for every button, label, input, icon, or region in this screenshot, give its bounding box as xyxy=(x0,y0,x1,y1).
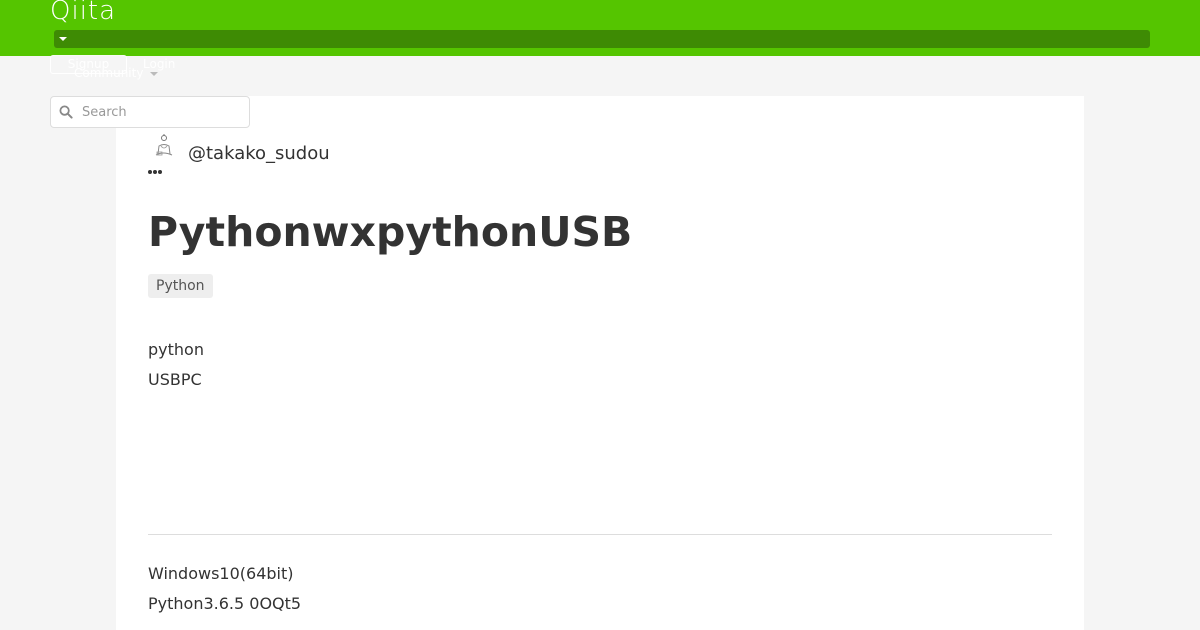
article-title: PythonwxpythonUSB xyxy=(148,208,633,256)
search-box[interactable] xyxy=(50,96,250,128)
avatar[interactable] xyxy=(148,132,178,162)
body-text-line: Python3.6.5 0OQt5 xyxy=(148,594,302,613)
search-input[interactable] xyxy=(82,104,242,120)
community-caret-icon xyxy=(150,72,158,76)
tag-python[interactable]: Python xyxy=(148,274,213,298)
article-card xyxy=(116,96,1084,630)
author-username[interactable]: @takako_sudou xyxy=(188,143,330,164)
more-options-icon[interactable] xyxy=(148,170,162,174)
caret-down-icon xyxy=(59,37,67,41)
top-header: Qiita xyxy=(0,0,1200,56)
login-link[interactable]: Login xyxy=(143,57,175,71)
body-text-line: USBPC xyxy=(148,370,202,389)
body-text-line: Windows10(64bit) xyxy=(148,564,294,583)
body-text-line: python xyxy=(148,340,204,359)
qiita-logo[interactable]: Qiita xyxy=(50,0,116,26)
community-menu[interactable]: Community xyxy=(74,66,143,80)
section-divider xyxy=(148,534,1052,535)
search-icon xyxy=(59,105,73,119)
community-bar[interactable] xyxy=(54,30,1150,48)
